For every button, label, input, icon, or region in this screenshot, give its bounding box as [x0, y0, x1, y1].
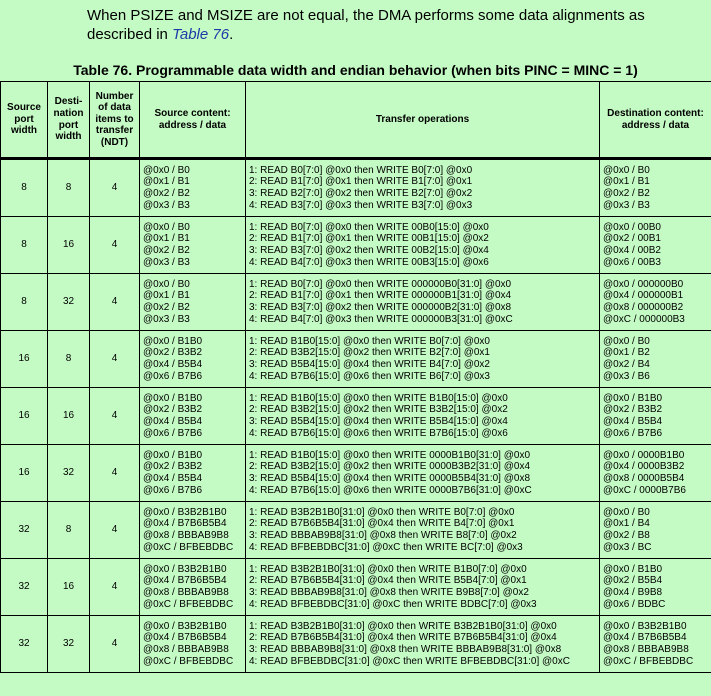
source-content-cell: @0x0 / B0 @0x1 / B1 @0x2 / B2 @0x3 / B3 — [139, 216, 246, 274]
table-76-link[interactable]: Table 76 — [172, 26, 229, 43]
source-port-width-cell: 16 — [0, 444, 48, 502]
source-content-cell: @0x0 / B3B2B1B0 @0x4 / B7B6B5B4 @0x8 / B… — [139, 558, 246, 616]
table-row: 16 16 4 @0x0 / B1B0 @0x2 / B3B2 @0x4 / B5B4… — [0, 387, 711, 445]
source-content-cell: @0x0 / B3B2B1B0 @0x4 / B7B6B5B4 @0x8 / B… — [139, 501, 246, 559]
table-row: 32 32 4 @0x0 / B3B2B1B0 @0x4 / B7B6B5B4 @0x… — [0, 615, 711, 673]
header-source-port-width: Source port width — [0, 81, 48, 159]
header-transfer-operations: Transfer operations — [245, 81, 600, 159]
destination-port-width-cell: 16 — [47, 216, 90, 274]
transfer-operations-cell: 1: READ B3B2B1B0[31:0] @0x0 then WRITE B… — [245, 615, 600, 673]
destination-port-width-cell: 16 — [47, 558, 90, 616]
destination-port-width-cell: 16 — [47, 387, 90, 445]
transfer-operations-cell: 1: READ B1B0[15:0] @0x0 then WRITE B0[7:… — [245, 330, 600, 388]
table-header-row: Source port width Desti-nation port widt… — [0, 81, 711, 159]
ndt-cell: 4 — [89, 444, 140, 502]
transfer-operations-cell: 1: READ B0[7:0] @0x0 then WRITE 00B0[15:… — [245, 216, 600, 274]
intro-text: When PSIZE and MSIZE are not equal, the … — [87, 7, 645, 43]
table-row: 8 32 4 @0x0 / B0 @0x1 / B1 @0x2 / B2 @0x3 /… — [0, 273, 711, 331]
source-content-cell: @0x0 / B0 @0x1 / B1 @0x2 / B2 @0x3 / B3 — [139, 273, 246, 331]
source-content-cell: @0x0 / B0 @0x1 / B1 @0x2 / B2 @0x3 / B3 — [139, 158, 246, 217]
table-row: 16 8 4 @0x0 / B1B0 @0x2 / B3B2 @0x4 / B5B4 … — [0, 330, 711, 388]
source-content-cell: @0x0 / B1B0 @0x2 / B3B2 @0x4 / B5B4 @0x6… — [139, 444, 246, 502]
destination-port-width-cell: 32 — [47, 615, 90, 673]
table-row: 32 16 4 @0x0 / B3B2B1B0 @0x4 / B7B6B5B4 @0x… — [0, 558, 711, 616]
source-content-cell: @0x0 / B3B2B1B0 @0x4 / B7B6B5B4 @0x8 / B… — [139, 615, 246, 673]
ndt-cell: 4 — [89, 158, 140, 217]
source-port-width-cell: 8 — [0, 273, 48, 331]
ndt-cell: 4 — [89, 558, 140, 616]
header-source-content: Source content: address / data — [139, 81, 246, 159]
table-caption: Table 76. Programmable data width and en… — [73, 62, 638, 78]
destination-port-width-cell: 32 — [47, 444, 90, 502]
header-ndt: Number of data items to transfer (NDT) — [89, 81, 140, 159]
destination-content-cell: @0x0 / B0 @0x1 / B2 @0x2 / B4 @0x3 / B6 — [599, 330, 711, 388]
transfer-operations-cell: 1: READ B1B0[15:0] @0x0 then WRITE B1B0[… — [245, 387, 600, 445]
source-port-width-cell: 32 — [0, 615, 48, 673]
destination-content-cell: @0x0 / B1B0 @0x2 / B5B4 @0x4 / B9B8 @0x6… — [599, 558, 711, 616]
source-port-width-cell: 16 — [0, 387, 48, 445]
table-row: 16 32 4 @0x0 / B1B0 @0x2 / B3B2 @0x4 / B5B4… — [0, 444, 711, 502]
destination-port-width-cell: 32 — [47, 273, 90, 331]
header-destination-port-width: Desti-nation port width — [47, 81, 90, 159]
destination-content-cell: @0x0 / 00B0 @0x2 / 00B1 @0x4 / 00B2 @0x6… — [599, 216, 711, 274]
transfer-operations-cell: 1: READ B3B2B1B0[31:0] @0x0 then WRITE B… — [245, 501, 600, 559]
data-width-table: Source port width Desti-nation port widt… — [0, 81, 711, 673]
ndt-cell: 4 — [89, 387, 140, 445]
transfer-operations-cell: 1: READ B0[7:0] @0x0 then WRITE B0[7:0] … — [245, 158, 600, 217]
header-destination-content: Destination content: address / data — [599, 81, 711, 159]
source-port-width-cell: 32 — [0, 501, 48, 559]
ndt-cell: 4 — [89, 273, 140, 331]
source-port-width-cell: 8 — [0, 158, 48, 217]
destination-content-cell: @0x0 / B0 @0x1 / B1 @0x2 / B2 @0x3 / B3 — [599, 158, 711, 217]
destination-port-width-cell: 8 — [47, 158, 90, 217]
intro-text-end: . — [229, 26, 234, 43]
transfer-operations-cell: 1: READ B1B0[15:0] @0x0 then WRITE 0000B… — [245, 444, 600, 502]
table-row: 32 8 4 @0x0 / B3B2B1B0 @0x4 / B7B6B5B4 @0x8… — [0, 501, 711, 559]
table-row: 8 8 4 @0x0 / B0 @0x1 / B1 @0x2 / B2 @0x3 / … — [0, 158, 711, 217]
ndt-cell: 4 — [89, 216, 140, 274]
destination-content-cell: @0x0 / B1B0 @0x2 / B3B2 @0x4 / B5B4 @0x6… — [599, 387, 711, 445]
transfer-operations-cell: 1: READ B0[7:0] @0x0 then WRITE 000000B0… — [245, 273, 600, 331]
transfer-operations-cell: 1: READ B3B2B1B0[31:0] @0x0 then WRITE B… — [245, 558, 600, 616]
source-port-width-cell: 16 — [0, 330, 48, 388]
intro-paragraph: When PSIZE and MSIZE are not equal, the … — [87, 6, 687, 44]
ndt-cell: 4 — [89, 501, 140, 559]
source-content-cell: @0x0 / B1B0 @0x2 / B3B2 @0x4 / B5B4 @0x6… — [139, 330, 246, 388]
destination-content-cell: @0x0 / B0 @0x1 / B4 @0x2 / B8 @0x3 / BC — [599, 501, 711, 559]
source-content-cell: @0x0 / B1B0 @0x2 / B3B2 @0x4 / B5B4 @0x6… — [139, 387, 246, 445]
destination-content-cell: @0x0 / 0000B1B0 @0x4 / 0000B3B2 @0x8 / 0… — [599, 444, 711, 502]
ndt-cell: 4 — [89, 615, 140, 673]
source-port-width-cell: 8 — [0, 216, 48, 274]
ndt-cell: 4 — [89, 330, 140, 388]
destination-port-width-cell: 8 — [47, 501, 90, 559]
table-row: 8 16 4 @0x0 / B0 @0x1 / B1 @0x2 / B2 @0x3 /… — [0, 216, 711, 274]
destination-port-width-cell: 8 — [47, 330, 90, 388]
destination-content-cell: @0x0 / 000000B0 @0x4 / 000000B1 @0x8 / 0… — [599, 273, 711, 331]
destination-content-cell: @0x0 / B3B2B1B0 @0x4 / B7B6B5B4 @0x8 / B… — [599, 615, 711, 673]
source-port-width-cell: 32 — [0, 558, 48, 616]
